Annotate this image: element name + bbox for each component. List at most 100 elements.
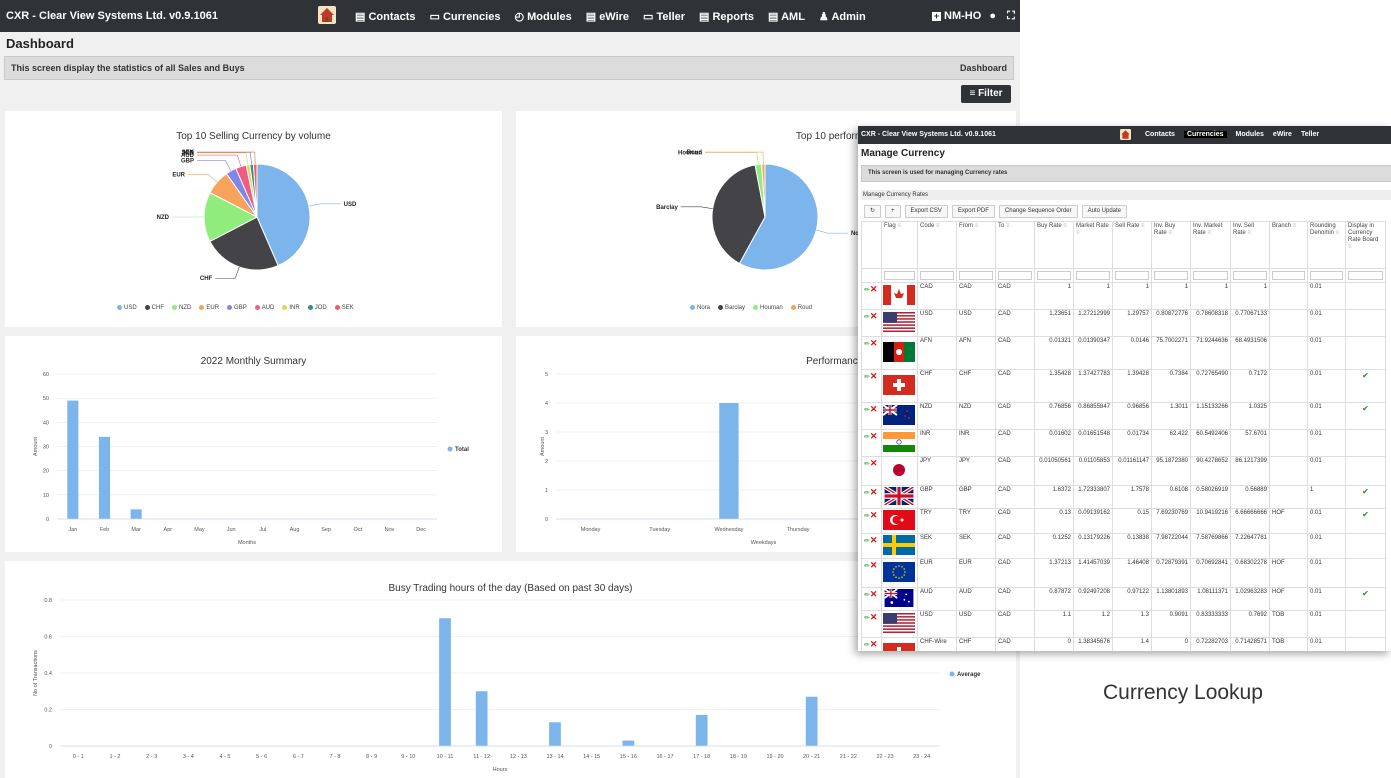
legend-item[interactable]: Barclay bbox=[718, 305, 745, 311]
toolbar-button[interactable]: Auto Update bbox=[1081, 205, 1127, 218]
plus-icon[interactable]: + bbox=[932, 12, 941, 21]
sort-icon[interactable]: ≡ bbox=[1291, 223, 1297, 229]
nav-item-ewire[interactable]: ▤ eWire bbox=[586, 10, 629, 23]
column-filter-input[interactable] bbox=[920, 271, 954, 280]
column-filter-input[interactable] bbox=[884, 271, 915, 280]
delete-icon[interactable]: ✕ bbox=[870, 311, 878, 321]
legend-label[interactable]: Total bbox=[455, 447, 469, 453]
column-header[interactable]: To ≡ bbox=[995, 221, 1035, 269]
column-filter-input[interactable] bbox=[1076, 271, 1110, 280]
nav-item-teller[interactable]: Teller bbox=[1301, 131, 1319, 138]
column-header[interactable]: Flag ≡ bbox=[881, 221, 918, 269]
bar[interactable] bbox=[475, 691, 488, 746]
sort-icon[interactable]: ≡ bbox=[1334, 230, 1340, 236]
toolbar-button[interactable]: + bbox=[885, 205, 901, 218]
bar[interactable] bbox=[439, 618, 451, 746]
bar[interactable] bbox=[549, 722, 561, 746]
column-filter-input[interactable] bbox=[1348, 271, 1383, 280]
delete-icon[interactable]: ✕ bbox=[870, 510, 878, 520]
table-row[interactable]: ✏✕ USD USD CAD 1.23651 1.27212999 1.29757 0.808… bbox=[861, 309, 1386, 337]
toolbar-button[interactable]: ↻ bbox=[864, 205, 882, 218]
column-header[interactable]: From ≡ bbox=[956, 221, 996, 269]
sort-icon[interactable]: ≡ bbox=[1004, 223, 1010, 229]
column-header[interactable]: Buy Rate ≡ bbox=[1034, 221, 1074, 269]
nav-item-reports[interactable]: ▤ Reports bbox=[699, 10, 754, 23]
nav-item-aml[interactable]: ▤ AML bbox=[768, 10, 805, 23]
column-header[interactable] bbox=[861, 221, 882, 269]
legend-item[interactable]: JOD bbox=[307, 305, 327, 311]
legend-item[interactable]: SEK bbox=[334, 305, 354, 311]
sort-icon[interactable]: ≡ bbox=[1167, 230, 1172, 236]
sort-icon[interactable]: ≡ bbox=[1246, 230, 1251, 236]
legend-item[interactable]: GBP bbox=[227, 305, 247, 311]
nav-item-modules[interactable]: Modules bbox=[1236, 131, 1264, 138]
legend-item[interactable]: EUR bbox=[199, 305, 219, 311]
column-header[interactable]: Branch ≡ bbox=[1269, 221, 1308, 269]
table-row[interactable]: ✏✕ CHF-Wire CHF CAD 0 1.38345676 1.4 0 0.7228270… bbox=[861, 637, 1386, 651]
user-name[interactable]: NM-HO bbox=[944, 10, 981, 22]
table-row[interactable]: ✏✕ AFN AFN CAD 0.01321 0.01390347 0.0146 75.700… bbox=[861, 336, 1386, 370]
column-header[interactable]: Inv. Sell Rate ≡ bbox=[1230, 221, 1270, 269]
sort-icon[interactable]: ≡ bbox=[896, 223, 901, 229]
sort-icon[interactable]: ≡ bbox=[1076, 230, 1080, 236]
table-row[interactable]: ✏✕ JPY JPY CAD 0.01050561 0.01105853 0.0116114… bbox=[861, 456, 1386, 486]
bar[interactable] bbox=[67, 400, 79, 519]
sort-icon[interactable]: ≡ bbox=[1348, 244, 1352, 250]
toolbar-button[interactable]: Change Sequence Order bbox=[998, 205, 1078, 218]
fullscreen-icon[interactable]: ⛶ bbox=[1007, 10, 1015, 22]
delete-icon[interactable]: ✕ bbox=[870, 487, 878, 497]
delete-icon[interactable]: ✕ bbox=[870, 338, 878, 348]
sort-icon[interactable]: ≡ bbox=[1062, 223, 1067, 229]
user-menu[interactable]: + NM-HO ● ⛶ bbox=[932, 10, 1015, 23]
delete-icon[interactable]: ✕ bbox=[870, 535, 878, 545]
column-header[interactable]: Display in Currency Rate Board ≡ bbox=[1345, 221, 1386, 269]
legend-item[interactable]: INR bbox=[282, 305, 300, 311]
delete-icon[interactable]: ✕ bbox=[870, 589, 878, 599]
delete-icon[interactable]: ✕ bbox=[870, 458, 878, 468]
sort-icon[interactable]: ≡ bbox=[934, 223, 940, 229]
column-header[interactable]: Rounding Denomin ≡ bbox=[1307, 221, 1346, 269]
table-row[interactable]: ✏✕ GBP GBP CAD 1.6372 1.72333807 1.7578 0.6108 0… bbox=[861, 485, 1386, 509]
column-filter-input[interactable] bbox=[1233, 271, 1267, 280]
column-filter-input[interactable] bbox=[1037, 271, 1071, 280]
breadcrumb[interactable]: Dashboard bbox=[960, 63, 1007, 73]
column-filter-input[interactable] bbox=[998, 271, 1032, 280]
table-row[interactable]: ✏✕ INR INR CAD 0.01602 0.01651548 0.01734 62.42… bbox=[861, 429, 1386, 457]
nav-item-contacts[interactable]: Contacts bbox=[1145, 131, 1175, 138]
delete-icon[interactable]: ✕ bbox=[870, 284, 878, 294]
column-header[interactable]: Inv. Market Rate ≡ bbox=[1190, 221, 1231, 269]
bar[interactable] bbox=[719, 403, 739, 519]
toolbar-button[interactable]: Export CSV bbox=[904, 205, 948, 218]
bar[interactable] bbox=[695, 714, 708, 746]
legend-item[interactable]: USD bbox=[117, 305, 137, 311]
nav-item-ewire[interactable]: eWire bbox=[1273, 131, 1292, 138]
column-filter-input[interactable] bbox=[1193, 271, 1228, 280]
toolbar-button[interactable]: Export PDF bbox=[951, 205, 995, 218]
home-icon[interactable] bbox=[318, 6, 336, 24]
table-row[interactable]: ✏✕ USD USD CAD 1.1 1.2 1.3 0.9091 0.83333333 0.76… bbox=[861, 610, 1386, 638]
column-filter-input[interactable] bbox=[1154, 271, 1188, 280]
legend-item[interactable]: Roud bbox=[790, 305, 812, 311]
column-header[interactable]: Market Rate ≡ bbox=[1073, 221, 1113, 269]
legend-item[interactable]: Nora bbox=[690, 305, 710, 311]
nav-item-modules[interactable]: ◴ Modules bbox=[514, 10, 571, 23]
legend-label[interactable]: Average bbox=[957, 672, 981, 678]
column-filter-input[interactable] bbox=[959, 271, 993, 280]
table-row[interactable]: ✏✕ CAD CAD CAD 1 1 1 1 1 1 0.01 bbox=[861, 282, 1386, 310]
sort-icon[interactable]: ≡ bbox=[1139, 223, 1145, 229]
sort-icon[interactable]: ≡ bbox=[973, 223, 979, 229]
delete-icon[interactable]: ✕ bbox=[870, 431, 878, 441]
delete-icon[interactable]: ✕ bbox=[870, 371, 878, 381]
bar[interactable] bbox=[130, 509, 142, 519]
bar[interactable] bbox=[622, 740, 635, 746]
legend-item[interactable]: NZD bbox=[172, 305, 191, 311]
bar[interactable] bbox=[98, 436, 111, 519]
column-header[interactable]: Code ≡ bbox=[917, 221, 957, 269]
column-filter-input[interactable] bbox=[1272, 271, 1305, 280]
column-filter-input[interactable] bbox=[1115, 271, 1149, 280]
nav-item-admin[interactable]: ♟ Admin bbox=[819, 10, 866, 23]
legend-item[interactable]: CHF bbox=[144, 305, 164, 311]
nav-item-contacts[interactable]: ▤ Contacts bbox=[355, 10, 416, 23]
table-row[interactable]: ✏✕ NZD NZD CAD 0.76856 0.86855847 0.96856 1.301… bbox=[861, 402, 1386, 430]
table-row[interactable]: ✏✕ EUR EUR CAD 1.37213 1.41457039 1.46408 0.728… bbox=[861, 558, 1386, 588]
